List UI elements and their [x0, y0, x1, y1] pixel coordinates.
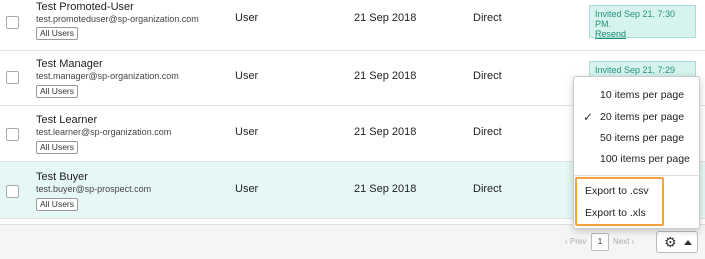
menu-item-100-per-page[interactable]: 100 items per page	[600, 153, 690, 165]
pager-next-link[interactable]: Next ›	[613, 237, 634, 246]
group-badge[interactable]: All Users	[36, 141, 79, 154]
user-role: User	[235, 12, 259, 24]
row-checkbox[interactable]	[6, 185, 19, 198]
menu-item-20-per-page[interactable]: 20 items per page	[600, 111, 684, 123]
user-email: test.learner@sp-organization.com	[36, 127, 172, 137]
user-type: Direct	[473, 12, 502, 24]
checkmark-icon: ✓	[583, 110, 594, 124]
resend-link[interactable]: Resend	[595, 29, 690, 39]
menu-divider	[574, 175, 699, 176]
user-role: User	[235, 126, 259, 138]
settings-dropdown-button[interactable]: ⚙	[656, 231, 698, 253]
group-badge[interactable]: All Users	[36, 27, 79, 40]
gear-icon: ⚙	[664, 234, 677, 250]
invite-status: Invited Sep 21, 7:30 PM. Resend	[589, 5, 696, 39]
group-badge[interactable]: All Users	[36, 198, 79, 211]
row-checkbox[interactable]	[6, 71, 19, 84]
user-date: 21 Sep 2018	[354, 70, 417, 82]
user-email: test.promoteduser@sp-organization.com	[36, 14, 199, 24]
user-name: Test Buyer	[36, 171, 88, 183]
user-type: Direct	[473, 183, 502, 195]
user-date: 21 Sep 2018	[354, 183, 417, 195]
user-type: Direct	[473, 126, 502, 138]
user-name: Test Manager	[36, 58, 103, 70]
user-date: 21 Sep 2018	[354, 126, 417, 138]
pager-prev-link[interactable]: ‹ Prev	[565, 237, 586, 246]
group-badge[interactable]: All Users	[36, 85, 79, 98]
user-type: Direct	[473, 70, 502, 82]
user-date: 21 Sep 2018	[354, 12, 417, 24]
user-role: User	[235, 70, 259, 82]
user-name: Test Learner	[36, 114, 98, 126]
user-email: test.manager@sp-organization.com	[36, 71, 179, 81]
menu-item-50-per-page[interactable]: 50 items per page	[600, 132, 684, 144]
pager-page-input[interactable]: 1	[591, 233, 609, 251]
row-checkbox[interactable]	[6, 16, 19, 29]
export-highlight-outline	[575, 177, 664, 226]
user-role: User	[235, 183, 259, 195]
table-row[interactable]: Test Promoted-User test.promoteduser@sp-…	[0, 0, 705, 51]
row-checkbox[interactable]	[6, 128, 19, 141]
caret-up-icon	[684, 240, 692, 245]
user-email: test.buyer@sp-prospect.com	[36, 184, 152, 194]
menu-item-10-per-page[interactable]: 10 items per page	[600, 89, 684, 101]
user-name: Test Promoted-User	[36, 1, 134, 13]
invite-status-text: Invited Sep 21, 7:30 PM.	[595, 9, 676, 29]
